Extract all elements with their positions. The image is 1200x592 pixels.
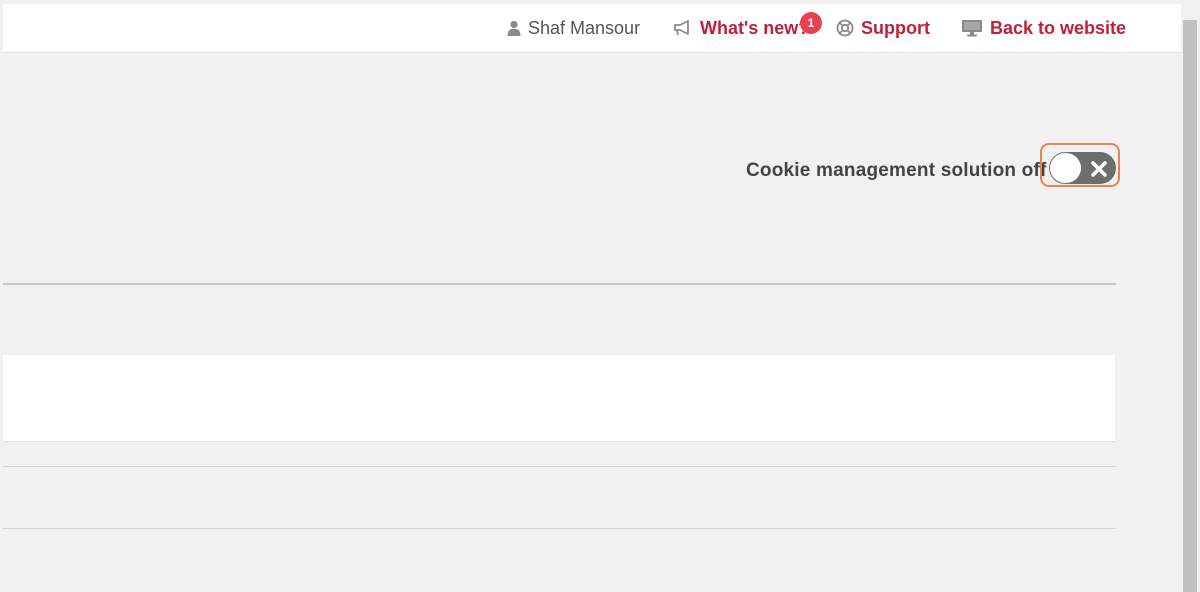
user-menu[interactable]: Shaf Mansour [507, 4, 640, 52]
close-icon [1090, 160, 1108, 183]
toggle-knob [1050, 153, 1081, 183]
section-divider [3, 283, 1116, 285]
back-to-website-label: Back to website [990, 17, 1127, 38]
back-to-website-link[interactable]: Back to website [961, 4, 1126, 52]
support-link[interactable]: Support [836, 4, 930, 52]
notification-badge: 1 [800, 12, 822, 34]
row-divider [3, 466, 1116, 467]
top-navigation-bar: Shaf Mansour What's new? 1 Support Back … [3, 4, 1181, 53]
cookie-management-label: Cookie management solution off [746, 160, 1047, 181]
monitor-icon [961, 19, 983, 37]
whats-new-link[interactable]: What's new? [673, 4, 809, 52]
support-label: Support [861, 17, 930, 38]
scrollbar-thumb[interactable] [1183, 20, 1197, 592]
lifebuoy-icon [836, 19, 854, 37]
window-edge [0, 0, 3, 592]
megaphone-icon [673, 20, 693, 36]
whats-new-label: What's new? [700, 17, 810, 38]
user-name: Shaf Mansour [528, 17, 641, 38]
user-icon [507, 20, 521, 36]
content-panel [3, 355, 1115, 442]
row-divider [3, 528, 1116, 529]
